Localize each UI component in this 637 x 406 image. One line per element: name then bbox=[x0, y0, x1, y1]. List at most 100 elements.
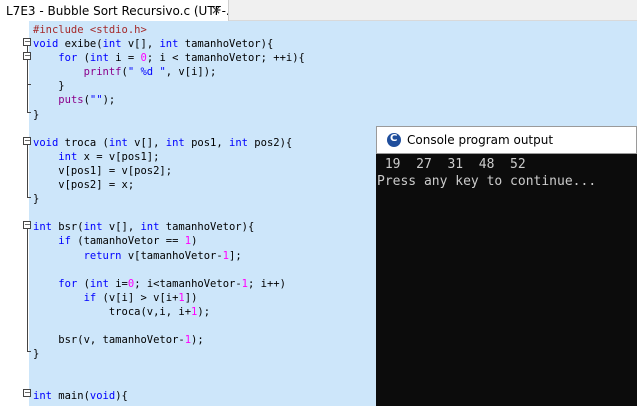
code-token: x = v[pos1]; bbox=[77, 150, 160, 163]
code-token: exibe( bbox=[58, 38, 103, 51]
code-token: troca(v,i, i+ bbox=[33, 305, 192, 318]
code-line: int main(void){ bbox=[33, 389, 305, 403]
console-output: 19 27 31 48 52 Press any key to continue.… bbox=[377, 156, 596, 190]
code-token: (tamanhoVetor == bbox=[70, 235, 185, 248]
code-line: troca(v,i, i+1); bbox=[33, 305, 305, 319]
code-line: void troca (int v[], int pos1, int pos2)… bbox=[33, 136, 305, 150]
fold-line-bsr bbox=[27, 229, 28, 351]
code-token: ); bbox=[102, 94, 116, 107]
code-token: v[tamanhoVetor- bbox=[121, 249, 223, 262]
editor-tab-bar: L7E3 - Bubble Sort Recursivo.c (UTF-... … bbox=[0, 0, 637, 21]
code-token: void bbox=[89, 390, 116, 403]
code-token: v[], bbox=[121, 38, 160, 51]
code-line: void exibe(int v[], int tamanhoVetor){ bbox=[33, 37, 305, 51]
code-token: , v[i]); bbox=[165, 66, 217, 79]
code-token: int bbox=[108, 136, 128, 149]
fold-line-troca bbox=[27, 145, 28, 197]
code-token: int bbox=[33, 221, 52, 234]
code-token: i= bbox=[108, 277, 128, 290]
fold-toggle-for-exibe[interactable]: − bbox=[23, 52, 31, 60]
code-token: int bbox=[33, 390, 52, 403]
code-token: for bbox=[58, 52, 78, 65]
code-token: v[], bbox=[102, 221, 141, 234]
code-token: troca ( bbox=[58, 136, 109, 149]
fold-end-troca bbox=[27, 197, 31, 198]
console-output-line: Press any key to continue... bbox=[377, 174, 597, 189]
console-output-line: 19 27 31 48 52 bbox=[377, 157, 526, 172]
code-line: int bsr(int v[], int tamanhoVetor){ bbox=[33, 220, 305, 234]
code-line: v[pos1] = v[pos2]; bbox=[33, 164, 305, 178]
console-app-icon bbox=[387, 133, 401, 147]
code-line: for (int i = 0; i < tamanhoVetor; ++i){ bbox=[33, 51, 305, 65]
code-token: (v[i] > v[i+ bbox=[96, 291, 179, 304]
code-line: if (tamanhoVetor == 1) bbox=[33, 234, 305, 248]
code-line: } bbox=[33, 192, 305, 206]
code-line: for (int i=0; i<tamanhoVetor-1; i++) bbox=[33, 277, 305, 291]
console-title-bar[interactable]: Console program output bbox=[376, 126, 637, 154]
code-token: " %d " bbox=[127, 66, 166, 79]
code-line: return v[tamanhoVetor-1]; bbox=[33, 249, 305, 263]
code-token: puts bbox=[58, 94, 84, 107]
code-token: bsr( bbox=[51, 221, 84, 234]
code-token: if bbox=[58, 235, 71, 248]
code-token: v[], bbox=[127, 136, 166, 149]
code-line: puts(""); bbox=[33, 93, 305, 107]
code-token: return bbox=[83, 249, 122, 262]
code-token: void bbox=[33, 136, 59, 149]
code-token: bsr(v, tamanhoVetor- bbox=[33, 334, 185, 347]
code-token: printf bbox=[83, 66, 122, 79]
code-token: main( bbox=[51, 390, 90, 403]
code-token: int bbox=[159, 38, 179, 51]
code-token: int bbox=[89, 52, 109, 65]
fold-toggle-main[interactable]: − bbox=[23, 389, 31, 397]
close-tab-icon[interactable]: × bbox=[209, 3, 223, 17]
fold-toggle-troca[interactable]: − bbox=[23, 137, 31, 145]
fold-end-for-exibe bbox=[27, 84, 31, 85]
fold-toggle-bsr[interactable]: − bbox=[23, 221, 31, 229]
console-title: Console program output bbox=[407, 133, 554, 147]
code-line: printf(" %d ", v[i]); bbox=[33, 65, 305, 79]
file-tab-label: L7E3 - Bubble Sort Recursivo.c (UTF-... bbox=[6, 3, 228, 18]
code-token: ; i++) bbox=[247, 277, 286, 290]
fold-end-bsr bbox=[27, 351, 31, 352]
code-token: } bbox=[33, 348, 40, 361]
code-token: ( bbox=[77, 277, 90, 290]
source-code: #include <stdio.h> void exibe(int v[], in… bbox=[33, 23, 305, 404]
code-token: int bbox=[140, 221, 160, 234]
code-line: v[pos2] = x; bbox=[33, 178, 305, 192]
code-token: ; i<tamanhoVetor- bbox=[134, 277, 242, 290]
fold-end-exibe bbox=[27, 112, 31, 113]
fold-toggle-exibe[interactable]: − bbox=[23, 38, 31, 46]
code-line: if (v[i] > v[i+1]) bbox=[33, 291, 305, 305]
code-token: ) bbox=[191, 235, 198, 248]
code-token: #include <stdio.h> bbox=[33, 24, 147, 36]
code-line: } bbox=[33, 79, 305, 93]
code-line: int x = v[pos1]; bbox=[33, 150, 305, 164]
file-tab[interactable]: L7E3 - Bubble Sort Recursivo.c (UTF-... … bbox=[0, 0, 229, 21]
code-token: ]; bbox=[229, 249, 242, 262]
code-token: } bbox=[33, 193, 40, 206]
console-window[interactable]: Console program output 19 27 31 48 52 Pre… bbox=[376, 126, 637, 406]
code-token: ( bbox=[77, 52, 90, 65]
code-token: ; i < tamanhoVetor; ++i){ bbox=[146, 52, 305, 65]
code-line: bsr(v, tamanhoVetor-1); bbox=[33, 333, 305, 347]
code-token: ); bbox=[191, 334, 204, 347]
code-line: } bbox=[33, 347, 305, 361]
code-token: } bbox=[33, 108, 40, 121]
code-token: v[pos2] = x; bbox=[33, 179, 135, 192]
code-token: "" bbox=[89, 94, 103, 107]
code-token: ]) bbox=[184, 291, 198, 304]
code-token: int bbox=[58, 150, 78, 163]
code-token: ); bbox=[197, 305, 211, 318]
